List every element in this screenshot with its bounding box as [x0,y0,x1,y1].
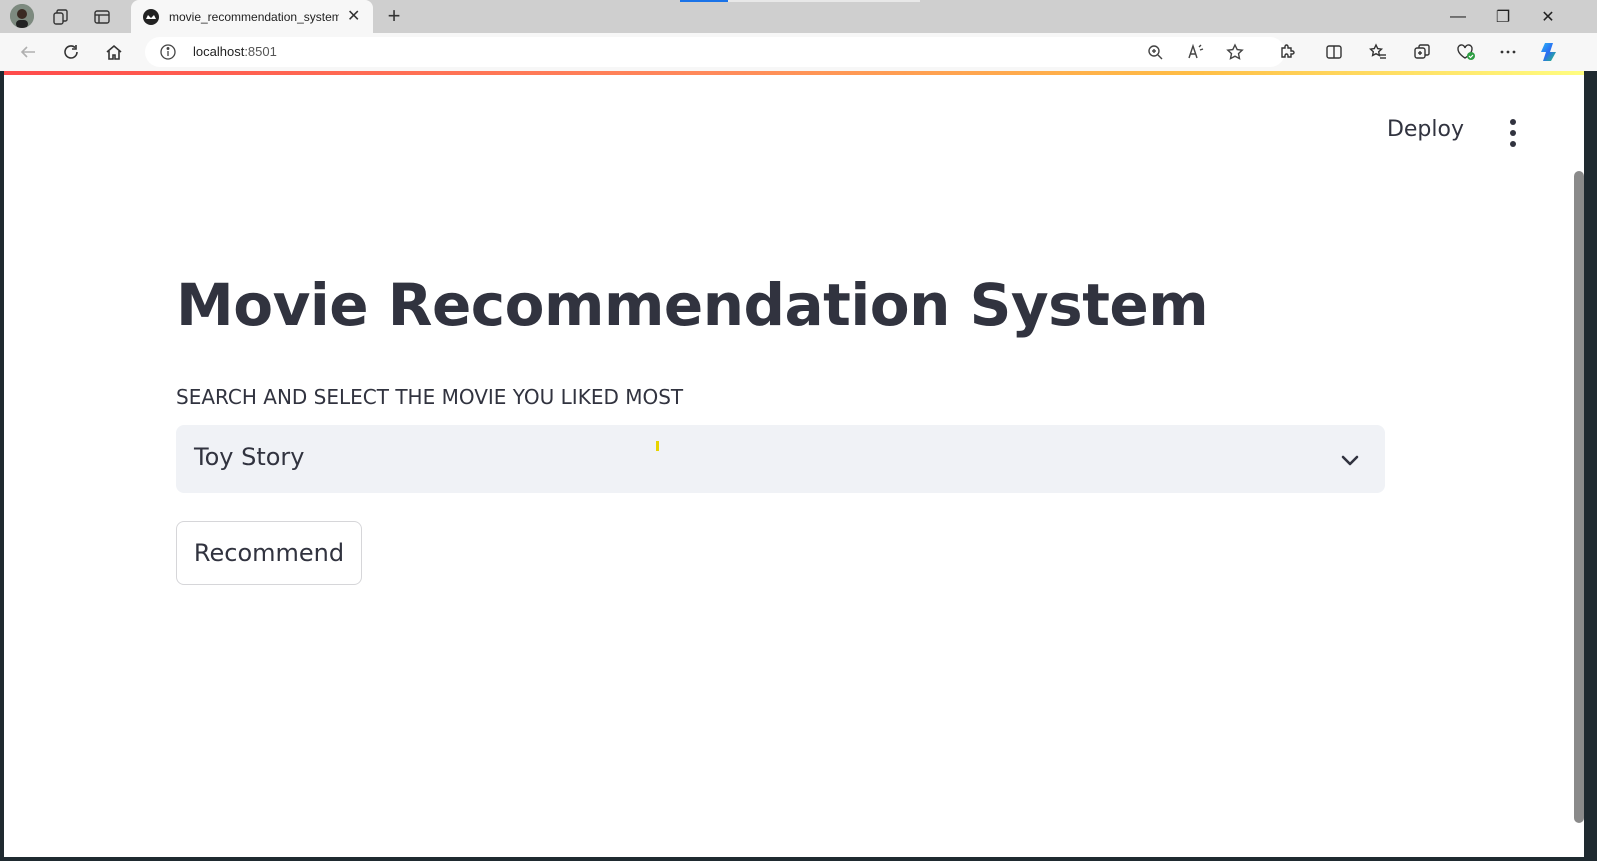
read-aloud-icon[interactable] [1185,42,1205,62]
select-label: SEARCH AND SELECT THE MOVIE YOU LIKED MO… [176,385,684,409]
close-tab-icon[interactable]: ✕ [347,8,360,25]
favorites-icon[interactable] [1367,41,1389,63]
app-viewport: Deploy Movie Recommendation System SEARC… [4,71,1584,857]
favorite-star-icon[interactable] [1225,42,1245,62]
deploy-button[interactable]: Deploy [1387,117,1464,142]
close-window-button[interactable]: ✕ [1537,6,1559,28]
profile-avatar-icon[interactable] [10,4,34,28]
url-port: :8501 [244,44,277,59]
collections-icon[interactable] [1411,41,1433,63]
home-icon[interactable] [103,41,125,63]
chevron-down-icon[interactable] [1339,449,1361,471]
restore-button[interactable]: ❐ [1492,6,1514,28]
main-menu-icon[interactable] [1508,119,1518,147]
tab-title: movie_recommendation_system [169,9,339,24]
vertical-scrollbar[interactable] [1574,171,1584,823]
url-text: localhost:8501 [193,44,277,59]
loading-indicator [680,0,920,2]
header-decoration-bar [4,71,1584,75]
page-title: Movie Recommendation System [176,271,1209,339]
movie-selectbox[interactable]: Toy Story [176,425,1385,493]
mouse-cursor-marker [656,441,659,451]
taskbar-edge [0,857,1597,861]
browser-essentials-icon[interactable] [1455,41,1477,63]
browser-tab-bar: movie_recommendation_system ✕ + — ❐ ✕ [0,0,1597,33]
minimize-button[interactable]: — [1447,6,1469,28]
extensions-icon[interactable] [1276,41,1298,63]
url-input[interactable]: localhost:8501 [145,37,1285,67]
refresh-icon[interactable] [60,41,82,63]
workspaces-icon[interactable] [50,6,72,28]
active-tab[interactable]: movie_recommendation_system ✕ [131,0,373,33]
vertical-tabs-icon[interactable] [91,6,113,28]
url-host: localhost [193,44,245,59]
split-screen-icon[interactable] [1323,41,1345,63]
zoom-icon[interactable] [1145,42,1165,62]
recommend-button[interactable]: Recommend [176,521,362,585]
new-tab-button[interactable]: + [383,3,405,28]
selected-movie-value: Toy Story [194,443,305,471]
browser-address-bar: localhost:8501 [0,33,1597,71]
back-arrow-icon[interactable] [17,41,39,63]
more-options-icon[interactable] [1497,41,1519,63]
copilot-icon[interactable] [1538,40,1562,64]
site-info-icon[interactable] [159,43,177,61]
streamlit-favicon-icon [143,8,159,25]
